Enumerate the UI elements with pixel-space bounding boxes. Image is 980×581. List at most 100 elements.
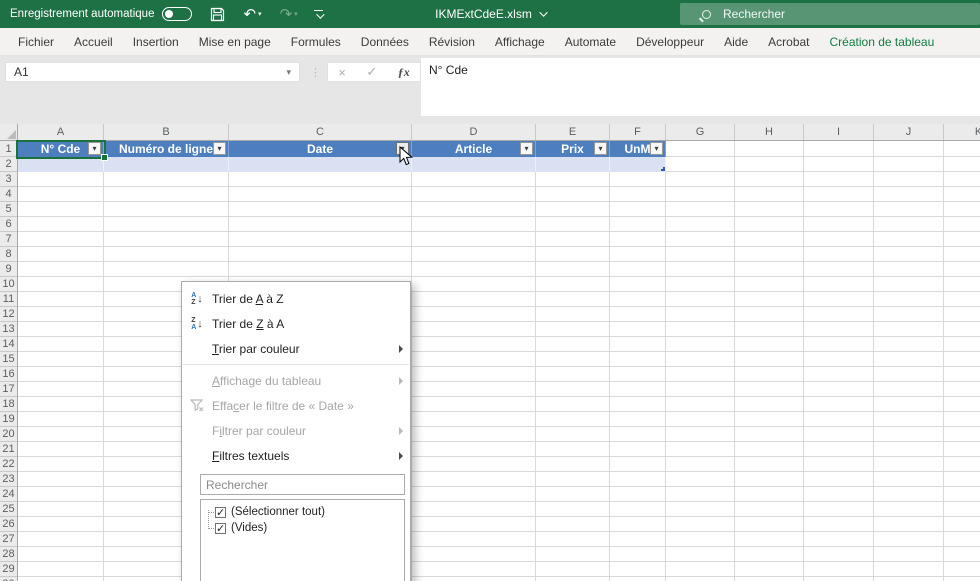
menu-item-sort-za[interactable]: ZA↓ Trier de Z à A [182,311,410,336]
table-data-row[interactable] [18,157,666,172]
row-header-cell[interactable]: 16 [0,367,17,382]
formula-bar-input[interactable]: N° Cde [421,58,980,116]
filter-button-unm[interactable]: ▾ [650,142,663,155]
row-header-cell[interactable]: 27 [0,532,17,547]
column-header-cell[interactable]: J [874,124,944,140]
name-box[interactable]: A1 ▾ [5,62,300,82]
row-header-cell[interactable]: 14 [0,337,17,352]
formula-bar-separator[interactable]: ⋮ [310,62,321,82]
row-header-cell[interactable]: 25 [0,502,17,517]
search-box[interactable]: Rechercher [680,3,980,25]
table-header-date[interactable]: Date▾ [229,141,412,157]
column-header-cell[interactable]: G [666,124,735,140]
checkbox-icon[interactable] [215,507,226,518]
row-header-cell[interactable]: 4 [0,187,17,202]
table-cell[interactable] [536,157,610,172]
undo-button[interactable]: ↶▾ [243,7,261,22]
filter-button-prix[interactable]: ▾ [594,142,607,155]
row-header-cell[interactable]: 22 [0,457,17,472]
row-header-cell[interactable]: 8 [0,247,17,262]
row-header-cell[interactable]: 30 [0,577,17,581]
table-header-unm[interactable]: UnM▾ [610,141,666,157]
row-header-cell[interactable]: 5 [0,202,17,217]
checkbox-icon[interactable] [215,523,226,534]
row-header-cell[interactable]: 28 [0,547,17,562]
filter-value-list[interactable]: (Sélectionner tout) (Vides) [200,499,405,581]
column-header-cell[interactable]: B [104,124,229,140]
menu-item-text-filters[interactable]: Filtres textuels [182,443,410,468]
table-cell[interactable] [104,157,229,172]
cancel-entry-icon[interactable]: × [338,65,346,80]
menu-item-sort-az[interactable]: AZ↓ Trier de A à Z [182,286,410,311]
save-button[interactable] [210,7,225,22]
row-header-cell[interactable]: 18 [0,397,17,412]
filter-button-ncde[interactable]: ▾ [88,142,101,155]
row-header-cell[interactable]: 26 [0,517,17,532]
ribbon-tab[interactable]: Acrobat [758,28,819,56]
confirm-entry-icon[interactable]: ✓ [366,64,377,80]
row-header-cell[interactable]: 3 [0,172,17,187]
ribbon-tab[interactable]: Affichage [485,28,555,56]
column-header-cell[interactable]: F [610,124,666,140]
row-header-cell[interactable]: 19 [0,412,17,427]
table-cell[interactable] [412,157,536,172]
row-header-cell[interactable]: 24 [0,487,17,502]
formula-bar-buttons: × ✓ ƒx [327,62,421,82]
ribbon-tab[interactable]: Développeur [626,28,714,56]
row-header-cell[interactable]: 15 [0,352,17,367]
row-header-cell[interactable]: 10 [0,277,17,292]
column-header-cell[interactable]: D [412,124,536,140]
table-cell[interactable] [610,157,666,172]
row-header-cell[interactable]: 21 [0,442,17,457]
ribbon-tab[interactable]: Fichier [8,28,64,56]
menu-item-sort-by-color[interactable]: Trier par couleur [182,336,410,361]
filter-search-input[interactable] [200,474,405,495]
ribbon-tab[interactable]: Création de tableau [820,28,945,56]
ribbon-tab[interactable]: Mise en page [189,28,281,56]
name-box-dropdown-icon[interactable]: ▾ [286,67,291,78]
insert-function-icon[interactable]: ƒx [398,65,410,80]
column-header-cell[interactable]: A [18,124,104,140]
ribbon-tab[interactable]: Automate [555,28,626,56]
column-header-cell[interactable]: H [735,124,804,140]
ribbon-tab[interactable]: Accueil [64,28,123,56]
row-header-cell[interactable]: 20 [0,427,17,442]
filter-checkbox-vides[interactable]: (Vides) [201,520,404,536]
row-header-cell[interactable]: 13 [0,322,17,337]
column-header-cell[interactable]: K [944,124,980,140]
filter-button-numero-ligne[interactable]: ▾ [213,142,226,155]
ribbon-tab[interactable]: Insertion [123,28,189,56]
row-header-cell[interactable]: 2 [0,157,17,172]
row-header-cell[interactable]: 6 [0,217,17,232]
row-header-cell[interactable]: 23 [0,472,17,487]
table-cell[interactable] [18,157,104,172]
row-header-cell[interactable]: 1 [0,141,17,157]
column-header-cell[interactable]: C [229,124,412,140]
row-header-cell[interactable]: 29 [0,562,17,577]
filter-button-date[interactable]: ▾ [396,142,409,155]
table-cell[interactable] [229,157,412,172]
document-title[interactable]: IKMExtCdeE.xlsm [435,0,545,28]
autosave-toggle[interactable] [162,7,192,21]
ribbon-tab[interactable]: Aide [714,28,758,56]
select-all-corner[interactable] [0,124,18,141]
customize-qat-button[interactable] [314,10,324,19]
cells-area[interactable] [18,141,980,581]
ribbon-tab[interactable]: Données [351,28,419,56]
filter-checkbox-select-all[interactable]: (Sélectionner tout) [201,504,404,520]
table-header-numero-ligne[interactable]: Numéro de ligne▾ [104,141,229,157]
row-header-cell[interactable]: 11 [0,292,17,307]
filter-button-article[interactable]: ▾ [520,142,533,155]
row-header-cell[interactable]: 7 [0,232,17,247]
column-header-cell[interactable]: I [804,124,874,140]
row-header-cell[interactable]: 17 [0,382,17,397]
table-resize-handle[interactable] [661,167,665,171]
table-header-ncde[interactable]: N° Cde▾ [18,141,104,157]
column-header-cell[interactable]: E [536,124,610,140]
ribbon-tab[interactable]: Formules [281,28,351,56]
ribbon-tab[interactable]: Révision [419,28,485,56]
row-header-cell[interactable]: 9 [0,262,17,277]
table-header-article[interactable]: Article▾ [412,141,536,157]
table-header-prix[interactable]: Prix▾ [536,141,610,157]
row-header-cell[interactable]: 12 [0,307,17,322]
